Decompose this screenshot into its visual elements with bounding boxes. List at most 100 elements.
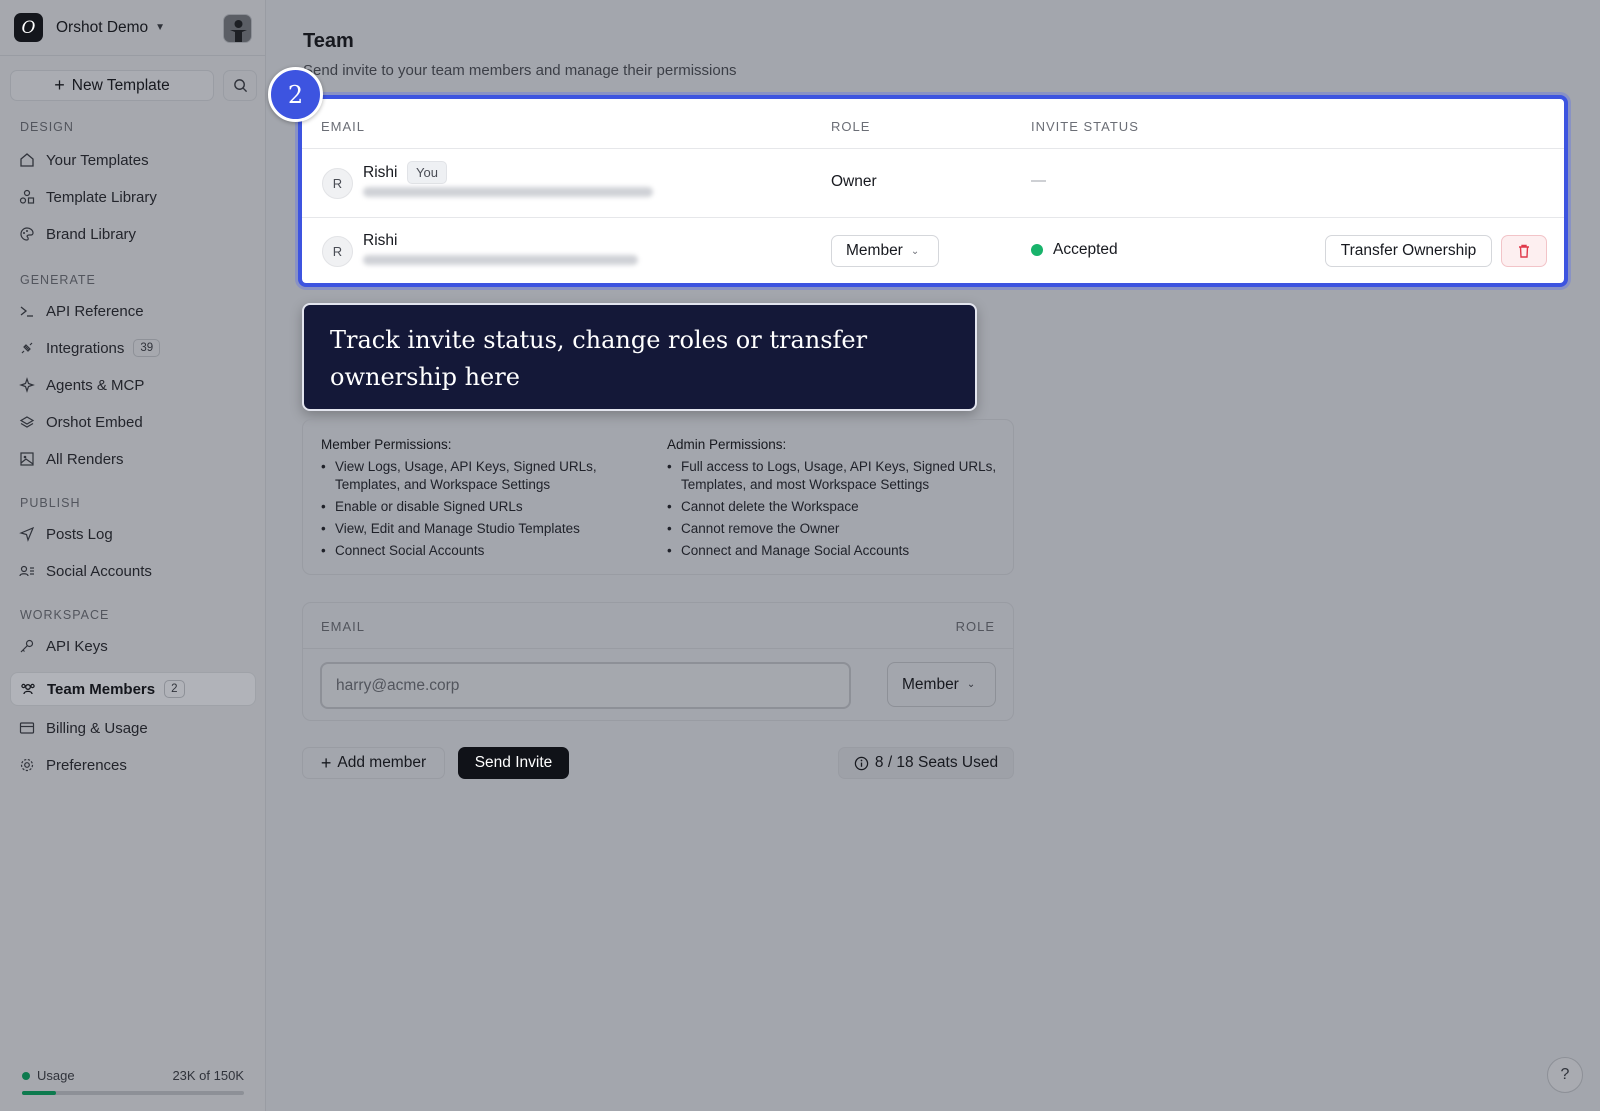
section-label-design: DESIGN [20, 120, 74, 134]
invite-role-header: ROLE [955, 619, 995, 634]
sparkle-icon [18, 376, 36, 394]
sidebar-item-billing-usage[interactable]: Billing & Usage [10, 711, 256, 745]
sidebar-item-label: Agents & MCP [46, 376, 145, 394]
column-header-invite-status: INVITE STATUS [1031, 119, 1139, 134]
member-role: Owner [831, 173, 877, 190]
sidebar-item-label: Orshot Embed [46, 413, 143, 431]
section-label-generate: GENERATE [20, 273, 96, 287]
permission-item: Cannot delete the Workspace [667, 498, 997, 516]
send-invite-button[interactable]: Send Invite [458, 747, 569, 779]
permission-item: Full access to Logs, Usage, API Keys, Si… [667, 458, 997, 494]
gear-icon [18, 756, 36, 774]
invite-role-value: Member [902, 675, 959, 693]
send-icon [18, 525, 36, 543]
invite-header-divider [303, 648, 1013, 649]
section-label-publish: PUBLISH [20, 496, 81, 510]
sidebar-item-team-members[interactable]: Team Members 2 [10, 672, 256, 706]
sidebar-item-preferences[interactable]: Preferences [10, 748, 256, 782]
sidebar-item-label: Team Members [47, 680, 156, 698]
column-header-email: EMAIL [321, 119, 366, 134]
sidebar-item-integrations[interactable]: Integrations 39 [10, 331, 256, 365]
invite-status-label: Accepted [1053, 241, 1118, 258]
key-icon [18, 637, 36, 655]
invite-form: EMAIL ROLE Member ⌄ [302, 602, 1014, 721]
member-role-select[interactable]: Member ⌄ [831, 235, 939, 267]
permission-item: Connect and Manage Social Accounts [667, 542, 997, 560]
member-name: Rishi [363, 232, 398, 249]
plus-icon: + [320, 752, 332, 773]
shapes-icon [18, 188, 36, 206]
sidebar-item-label: Integrations [46, 339, 125, 357]
permission-item: Enable or disable Signed URLs [321, 498, 621, 516]
card-icon [18, 719, 36, 737]
sidebar-item-all-renders[interactable]: All Renders [10, 442, 256, 476]
users-icon [19, 680, 37, 698]
sidebar-item-social-accounts[interactable]: Social Accounts [10, 554, 256, 588]
new-template-button[interactable]: + New Template [10, 70, 214, 101]
page-title: Team [303, 30, 354, 52]
seats-used-label: 8 / 18 Seats Used [874, 754, 999, 771]
member-avatar: R [322, 168, 353, 199]
member-avatar: R [322, 236, 353, 267]
new-template-label: New Template [71, 76, 170, 94]
sidebar-item-api-keys[interactable]: API Keys [10, 629, 256, 663]
member-permissions: Member Permissions: View Logs, Usage, AP… [321, 437, 621, 564]
sidebar-item-posts-log[interactable]: Posts Log [10, 517, 256, 551]
chevron-down-icon: ⌄ [910, 245, 920, 257]
invite-role-select[interactable]: Member ⌄ [887, 662, 996, 707]
role-select-value: Member [846, 242, 903, 259]
status-dot-icon [1031, 244, 1043, 256]
add-member-button[interactable]: + Add member [302, 747, 445, 779]
member-email-redacted [363, 255, 638, 265]
row-divider [302, 217, 1564, 218]
sidebar-item-agents-mcp[interactable]: Agents & MCP [10, 368, 256, 402]
palette-icon [18, 225, 36, 243]
invite-status: Accepted [1031, 241, 1118, 259]
sidebar-item-label: API Keys [46, 637, 108, 655]
invite-email-header: EMAIL [321, 619, 366, 634]
add-member-label: Add member [337, 754, 427, 771]
orshot-logo-icon: O [14, 13, 43, 42]
usage-label: Usage [37, 1068, 75, 1083]
header-divider [302, 148, 1564, 149]
home-icon [18, 151, 36, 169]
invite-status-empty: — [1031, 172, 1046, 189]
sidebar-item-label: Brand Library [46, 225, 137, 243]
permission-item: View Logs, Usage, API Keys, Signed URLs,… [321, 458, 621, 494]
transfer-ownership-button[interactable]: Transfer Ownership [1325, 235, 1492, 267]
usage-bar-fill [22, 1091, 56, 1095]
sidebar-item-brand-library[interactable]: Brand Library [10, 217, 256, 251]
sidebar-item-label: Your Templates [46, 151, 149, 169]
sidebar-item-orshot-embed[interactable]: Orshot Embed [10, 405, 256, 439]
sidebar-item-api-reference[interactable]: API Reference [10, 294, 256, 328]
chevron-down-icon: ⌄ [966, 679, 976, 690]
info-icon [854, 756, 869, 771]
admin-permissions-title: Admin Permissions: [667, 437, 787, 452]
permissions-card: Member Permissions: View Logs, Usage, AP… [302, 419, 1014, 575]
sidebar-item-label: Preferences [46, 756, 127, 774]
member-name: Rishi [363, 164, 398, 181]
tour-tooltip: Track invite status, change roles or tra… [302, 303, 977, 411]
usage-meter: Usage 23K of 150K [22, 1068, 244, 1095]
sidebar-item-template-library[interactable]: Template Library [10, 180, 256, 214]
sidebar-item-label: Social Accounts [46, 562, 152, 580]
user-avatar[interactable] [223, 14, 252, 43]
help-button[interactable]: ? [1547, 1057, 1583, 1093]
member-permissions-title: Member Permissions: [321, 437, 452, 452]
permission-item: View, Edit and Manage Studio Templates [321, 520, 621, 538]
admin-permissions: Admin Permissions: Full access to Logs, … [667, 437, 997, 564]
invite-email-input[interactable] [320, 662, 851, 709]
permission-item: Cannot remove the Owner [667, 520, 997, 538]
section-label-workspace: WORKSPACE [20, 608, 110, 622]
delete-member-button[interactable] [1501, 235, 1547, 267]
plus-icon: + [54, 75, 65, 95]
plug-icon [18, 339, 36, 357]
sidebar-item-your-templates[interactable]: Your Templates [10, 143, 256, 177]
workspace-name: Orshot Demo [56, 18, 149, 36]
sidebar-item-label: Template Library [46, 188, 157, 206]
column-header-role: ROLE [831, 119, 871, 134]
seats-used-indicator: 8 / 18 Seats Used [838, 747, 1014, 779]
search-button[interactable] [223, 70, 257, 101]
search-icon [233, 79, 247, 93]
sidebar-item-label: Billing & Usage [46, 719, 148, 737]
